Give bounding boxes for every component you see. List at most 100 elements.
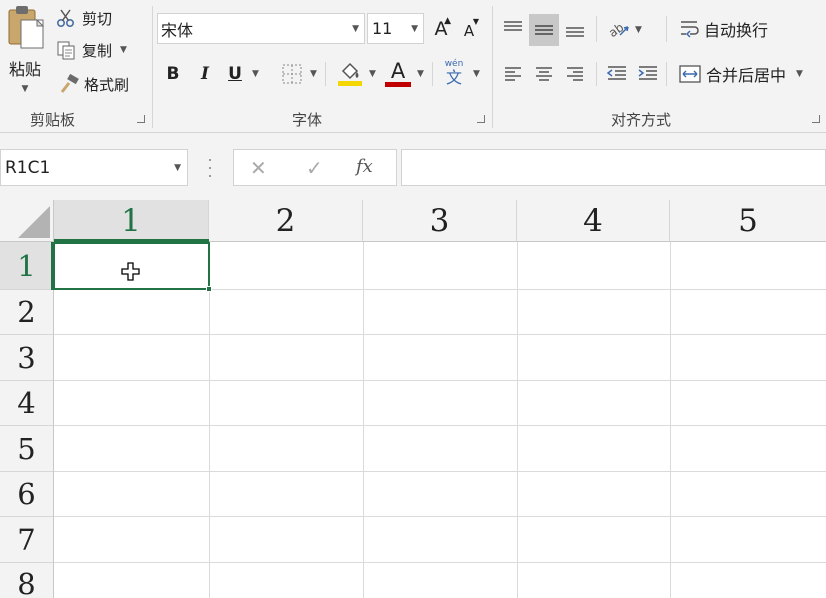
align-bottom-button[interactable] xyxy=(562,14,588,44)
row-header-4[interactable]: 4 xyxy=(0,381,54,426)
divider xyxy=(492,6,493,128)
insert-function-icon[interactable]: fx xyxy=(356,156,373,177)
row-header-8[interactable]: 8 xyxy=(0,563,54,598)
align-top-button[interactable] xyxy=(500,14,526,44)
font-size-box[interactable]: 11 ▼ xyxy=(367,13,424,44)
column-header-3[interactable]: 3 xyxy=(363,200,517,242)
align-right-button[interactable] xyxy=(562,60,588,88)
fill-handle[interactable] xyxy=(206,286,212,292)
font-name-box[interactable]: 宋体 ▼ xyxy=(157,13,365,44)
font-group-label: 字体 xyxy=(292,111,323,129)
bold-button[interactable]: B xyxy=(162,60,184,88)
underline-button[interactable]: U xyxy=(224,60,246,88)
column-header-1[interactable]: 1 xyxy=(54,200,209,242)
divider xyxy=(152,6,153,128)
paint-bucket-icon xyxy=(338,62,362,86)
paste-icon xyxy=(8,6,45,49)
name-box-dropdown-icon[interactable]: ▼ xyxy=(174,163,181,173)
select-all-triangle-icon xyxy=(18,206,50,238)
phonetic-guide-button[interactable]: wén 文 xyxy=(441,58,467,88)
font-color-button[interactable]: A xyxy=(384,58,412,88)
format-painter-icon xyxy=(60,74,79,93)
borders-icon xyxy=(282,64,302,84)
merge-center-label: 合并后居中 xyxy=(706,66,787,85)
cancel-icon[interactable]: ✕ xyxy=(250,156,267,180)
merge-center-icon xyxy=(679,65,701,83)
paste-dropdown-icon[interactable]: ▼ xyxy=(22,84,29,94)
worksheet-grid[interactable]: 1 2 3 4 5 1 2 3 4 5 6 7 8 xyxy=(0,200,826,598)
spreadsheet-app: 粘贴 ▼ 剪切 复制 ▼ 格式刷 剪贴板 宋体 ▼ 11 ▼ A ▲ A ▼ B… xyxy=(0,0,826,598)
font-name-dropdown-icon[interactable]: ▼ xyxy=(352,24,359,34)
font-size-dropdown-icon[interactable]: ▼ xyxy=(411,24,418,34)
align-bottom-icon xyxy=(566,27,584,37)
divider xyxy=(666,16,667,42)
borders-button[interactable] xyxy=(280,62,304,86)
copy-button[interactable]: 复制 ▼ xyxy=(56,38,127,62)
name-box[interactable]: R1C1 ▼ xyxy=(0,149,188,186)
align-top-icon xyxy=(504,21,522,31)
merge-center-dropdown-icon[interactable]: ▼ xyxy=(796,69,803,79)
align-left-button[interactable] xyxy=(500,60,526,88)
grow-font-button[interactable]: A ▲ xyxy=(430,14,452,44)
column-header-2[interactable]: 2 xyxy=(209,200,363,242)
merge-center-button[interactable]: 合并后居中 ▼ xyxy=(678,60,803,88)
align-middle-button[interactable] xyxy=(529,14,559,46)
orientation-button[interactable]: ab xyxy=(604,14,632,44)
wrap-text-button[interactable]: 自动换行 xyxy=(678,14,768,44)
format-painter-button[interactable]: 格式刷 xyxy=(58,72,129,96)
paste-button[interactable]: 粘贴 ▼ xyxy=(2,4,48,104)
gridline xyxy=(54,334,826,335)
phonetic-dropdown-icon[interactable]: ▼ xyxy=(473,69,480,79)
row-header-1[interactable]: 1 xyxy=(0,242,54,290)
shrink-font-button[interactable]: A ▼ xyxy=(458,14,480,44)
select-all-button[interactable] xyxy=(0,200,54,242)
row-header-6[interactable]: 6 xyxy=(0,472,54,517)
active-cell[interactable] xyxy=(53,242,212,292)
align-left-icon xyxy=(505,67,521,81)
font-color-bar xyxy=(385,81,411,87)
formula-input[interactable] xyxy=(401,149,826,186)
phonetic-char: 文 xyxy=(445,68,462,87)
column-header-5[interactable]: 5 xyxy=(670,200,826,242)
row-header-5[interactable]: 5 xyxy=(0,426,54,472)
row-header-7[interactable]: 7 xyxy=(0,517,54,563)
gridline xyxy=(54,562,826,563)
wrap-text-label: 自动换行 xyxy=(704,21,769,40)
orientation-dropdown-icon[interactable]: ▼ xyxy=(635,25,642,35)
align-right-icon xyxy=(567,67,583,81)
font-color-icon: A xyxy=(390,58,406,83)
divider xyxy=(666,62,667,86)
font-launcher-icon[interactable] xyxy=(477,115,485,123)
increase-indent-button[interactable] xyxy=(635,60,661,88)
fill-color-dropdown-icon[interactable]: ▼ xyxy=(369,69,376,79)
alignment-launcher-icon[interactable] xyxy=(812,115,820,123)
borders-dropdown-icon[interactable]: ▼ xyxy=(310,69,317,79)
clipboard-launcher-icon[interactable] xyxy=(137,115,145,123)
copy-dropdown-icon[interactable]: ▼ xyxy=(120,45,127,55)
decrease-indent-icon xyxy=(606,66,626,80)
divider xyxy=(325,62,326,86)
italic-button[interactable]: I xyxy=(194,60,216,88)
paste-label: 粘贴 xyxy=(8,60,41,79)
align-middle-icon xyxy=(535,25,553,35)
ribbon: 粘贴 ▼ 剪切 复制 ▼ 格式刷 剪贴板 宋体 ▼ 11 ▼ A ▲ A ▼ B… xyxy=(0,0,826,133)
row-header-3[interactable]: 3 xyxy=(0,335,54,381)
formula-bar-grip-icon[interactable] xyxy=(208,159,212,177)
underline-dropdown-icon[interactable]: ▼ xyxy=(252,69,259,79)
decrease-indent-button[interactable] xyxy=(604,60,630,88)
row-header-2[interactable]: 2 xyxy=(0,290,54,335)
column-header-4[interactable]: 4 xyxy=(517,200,670,242)
fill-color-button[interactable] xyxy=(336,58,364,88)
name-box-value: R1C1 xyxy=(5,157,51,178)
copy-icon xyxy=(57,41,75,60)
align-center-button[interactable] xyxy=(531,60,557,88)
align-center-icon xyxy=(536,67,552,81)
font-color-dropdown-icon[interactable]: ▼ xyxy=(417,69,424,79)
gridline xyxy=(209,242,210,598)
copy-label: 复制 xyxy=(82,41,113,60)
text-orientation-icon: ab xyxy=(606,20,629,39)
divider xyxy=(596,62,597,86)
font-name-value: 宋体 xyxy=(161,20,194,40)
cut-button[interactable]: 剪切 xyxy=(56,6,112,30)
enter-icon[interactable]: ✓ xyxy=(306,156,323,180)
